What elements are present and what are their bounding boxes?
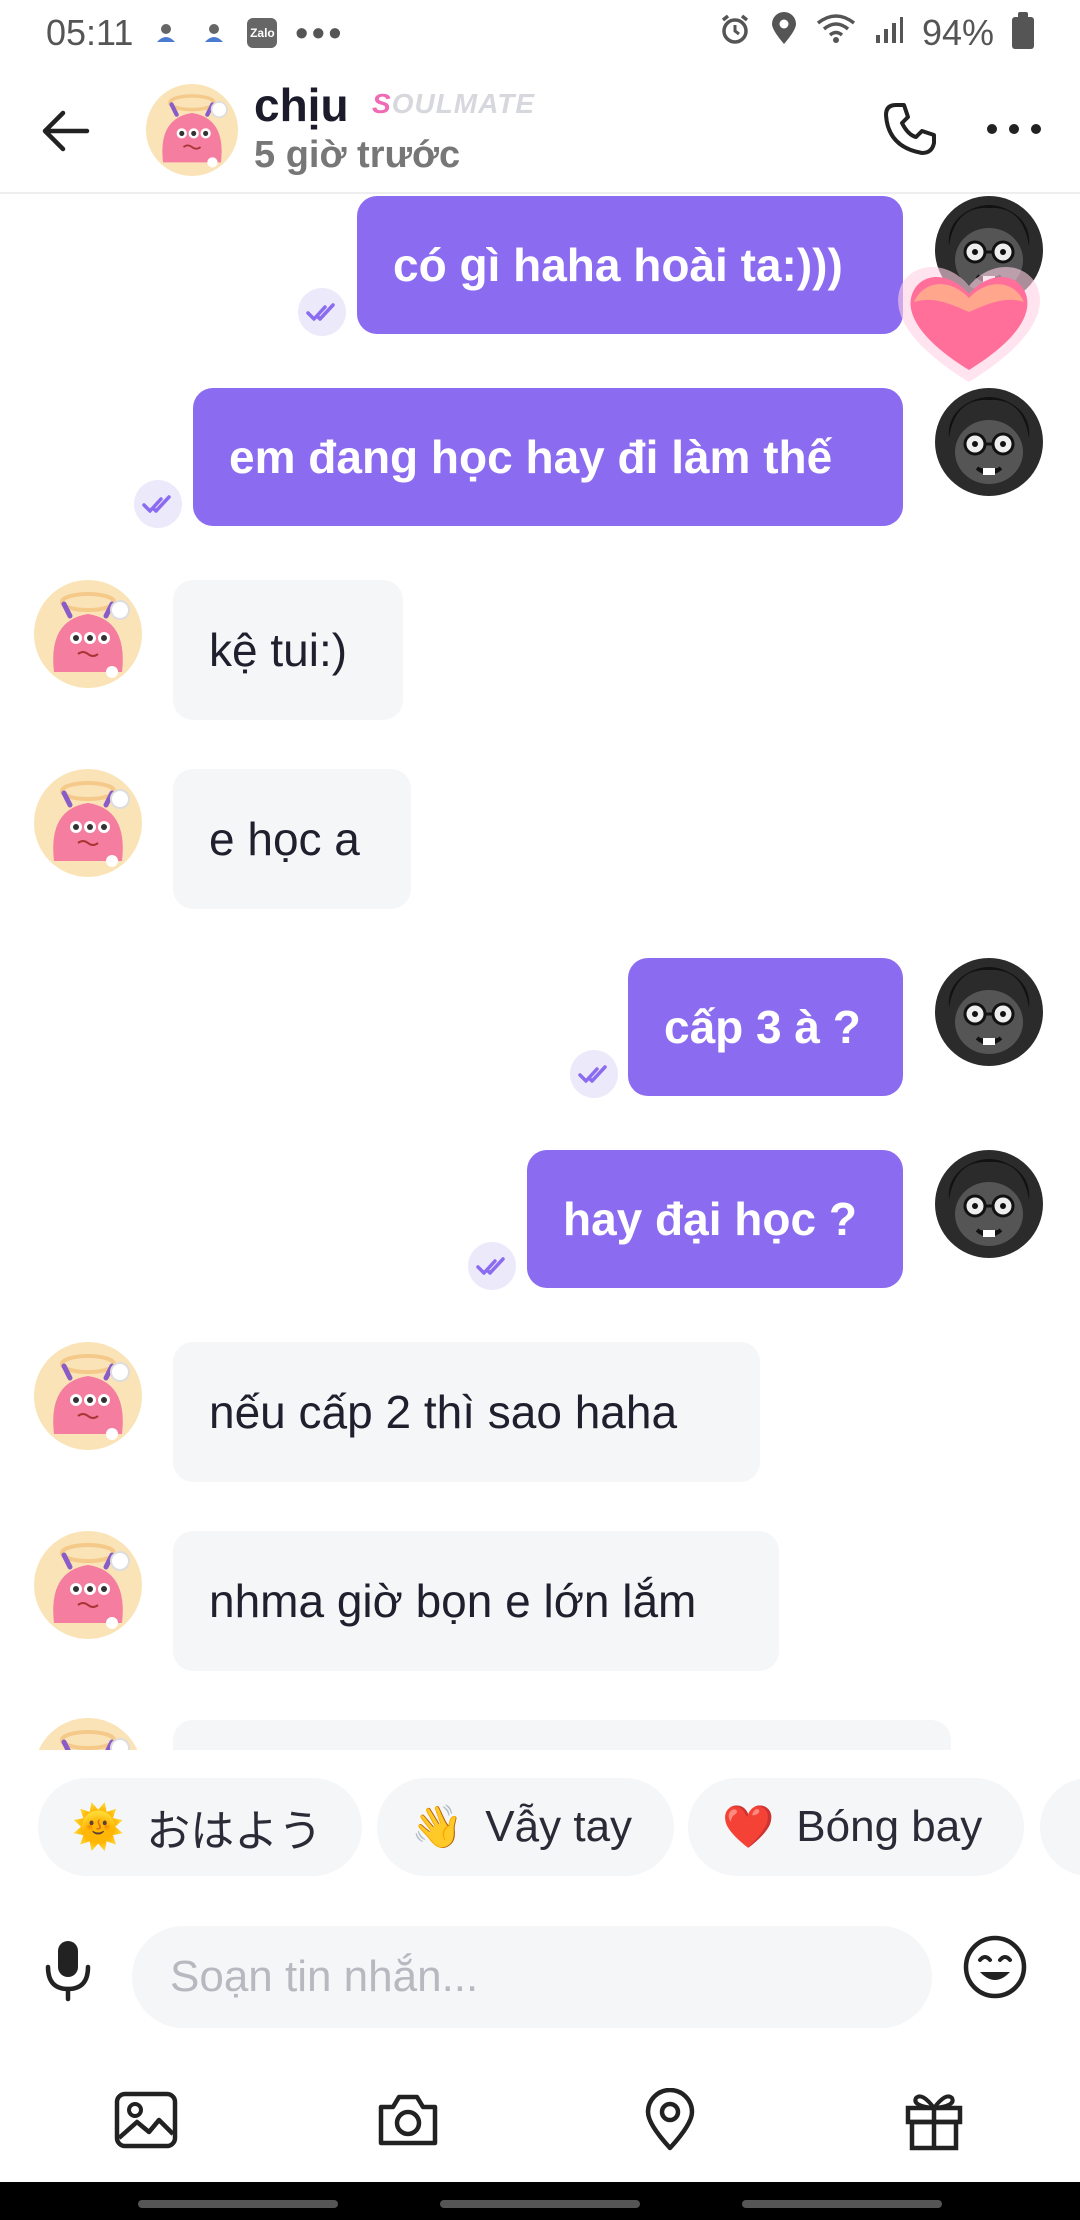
back-button[interactable] (30, 96, 100, 166)
message-text: hay đại học ? (563, 1193, 857, 1245)
my-avatar[interactable] (935, 1150, 1043, 1258)
read-receipt-icon (298, 288, 346, 336)
voice-message-button[interactable] (30, 1930, 106, 2010)
outgoing-message[interactable]: có gì haha hoài ta:))) (357, 196, 903, 334)
chip-label: Bóng bay (796, 1802, 983, 1851)
attachment-toolbar (0, 2040, 1080, 2180)
arrow-left-icon (42, 110, 90, 152)
contact-avatar[interactable] (34, 769, 142, 877)
nav-back-indicator[interactable] (138, 2200, 338, 2208)
contact-avatar[interactable] (34, 580, 142, 688)
last-seen-status: 5 giờ trước (254, 134, 461, 176)
nav-home-indicator[interactable] (440, 2200, 640, 2208)
phone-icon (884, 103, 936, 155)
read-receipt-icon (468, 1242, 516, 1290)
location-button[interactable] (630, 2080, 710, 2160)
zalo-icon: Zalo (247, 18, 278, 48)
outgoing-message[interactable]: em đang học hay đi làm thế (193, 388, 903, 526)
system-navigation-bar (0, 2182, 1080, 2220)
call-button[interactable] (870, 94, 950, 164)
outgoing-message[interactable]: cấp 3 à ? (628, 958, 903, 1096)
more-horizontal-icon (987, 124, 1041, 134)
status-time: 05:11 (46, 12, 134, 53)
message-text: kệ tui:) (209, 624, 348, 676)
contact-avatar[interactable] (34, 1342, 142, 1450)
battery-percent: 94% (921, 12, 994, 53)
alarm-icon (718, 12, 752, 55)
message-input-wrapper (132, 1926, 932, 2028)
nav-recents-indicator[interactable] (742, 2200, 942, 2208)
red-heart-icon: ❤️ (722, 1802, 775, 1851)
chip-label: Vẫy tay (485, 1802, 633, 1851)
incoming-message-partial[interactable] (173, 1720, 951, 1750)
quick-reply-chip-partial[interactable] (1040, 1778, 1080, 1876)
signal-icon (874, 12, 904, 54)
contact-name[interactable]: chịu (254, 78, 349, 132)
location-pin-icon (645, 2088, 695, 2151)
message-input[interactable] (132, 1926, 932, 2028)
my-avatar[interactable] (935, 388, 1043, 496)
message-text: em đang học hay đi làm thế (229, 431, 833, 483)
more-notifications-icon: ••• (295, 12, 346, 53)
quick-reply-bar[interactable]: 🌞 おはよう 👋 Vẫy tay ❤️ Bóng bay (0, 1750, 1080, 1900)
image-icon (114, 2091, 178, 2149)
more-options-button[interactable] (974, 94, 1054, 164)
quick-reply-chip[interactable]: 🌞 おはよう (38, 1778, 362, 1876)
message-text: nếu cấp 2 thì sao haha (209, 1386, 678, 1438)
wifi-icon (816, 12, 856, 54)
sun-icon: 🌞 (72, 1802, 125, 1851)
smiley-icon (963, 1935, 1027, 1999)
gift-button[interactable] (894, 2080, 974, 2160)
badge-initial: S (372, 88, 392, 119)
location-status-icon (770, 11, 798, 55)
notification-icon (151, 18, 181, 48)
battery-icon (1012, 12, 1034, 49)
quick-reply-chip[interactable]: ❤️ Bóng bay (688, 1778, 1024, 1876)
contact-avatar[interactable] (34, 1531, 142, 1639)
contact-avatar[interactable] (34, 1718, 142, 1750)
message-list[interactable]: có gì haha hoài ta:))) em đang học hay đ… (0, 194, 1080, 1750)
my-avatar[interactable] (935, 958, 1043, 1066)
soulmate-badge: SOULMATE (372, 88, 535, 120)
contact-avatar[interactable] (146, 84, 238, 176)
notification-icon (199, 18, 229, 48)
gift-icon (905, 2094, 963, 2151)
message-text: cấp 3 à ? (664, 1001, 861, 1053)
status-bar: 05:11 Zalo ••• 94% (0, 0, 1080, 66)
heart-icon[interactable] (884, 252, 1054, 392)
message-text: có gì haha hoài ta:))) (393, 239, 843, 291)
message-text: nhma giờ bọn e lớn lắm (209, 1575, 697, 1627)
quick-reply-chip[interactable]: 👋 Vẫy tay (377, 1778, 674, 1876)
incoming-message[interactable]: kệ tui:) (173, 580, 403, 720)
read-receipt-icon (570, 1050, 618, 1098)
camera-button[interactable] (368, 2080, 448, 2160)
chip-label: おはよう (146, 1807, 323, 1856)
message-text: e học a (209, 813, 360, 865)
waving-hand-icon: 👋 (411, 1802, 464, 1851)
camera-icon (378, 2094, 438, 2146)
composer (0, 1900, 1080, 2040)
incoming-message[interactable]: e học a (173, 769, 411, 909)
read-receipt-icon (134, 480, 182, 528)
chat-header: chịu SOULMATE 5 giờ trước (0, 66, 1080, 194)
incoming-message[interactable]: nếu cấp 2 thì sao haha (173, 1342, 760, 1482)
gallery-button[interactable] (106, 2080, 186, 2160)
outgoing-message[interactable]: hay đại học ? (527, 1150, 903, 1288)
incoming-message[interactable]: nhma giờ bọn e lớn lắm (173, 1531, 779, 1671)
emoji-button[interactable] (960, 1932, 1030, 2002)
microphone-icon (45, 1941, 91, 2002)
badge-text: OULMATE (391, 88, 536, 119)
